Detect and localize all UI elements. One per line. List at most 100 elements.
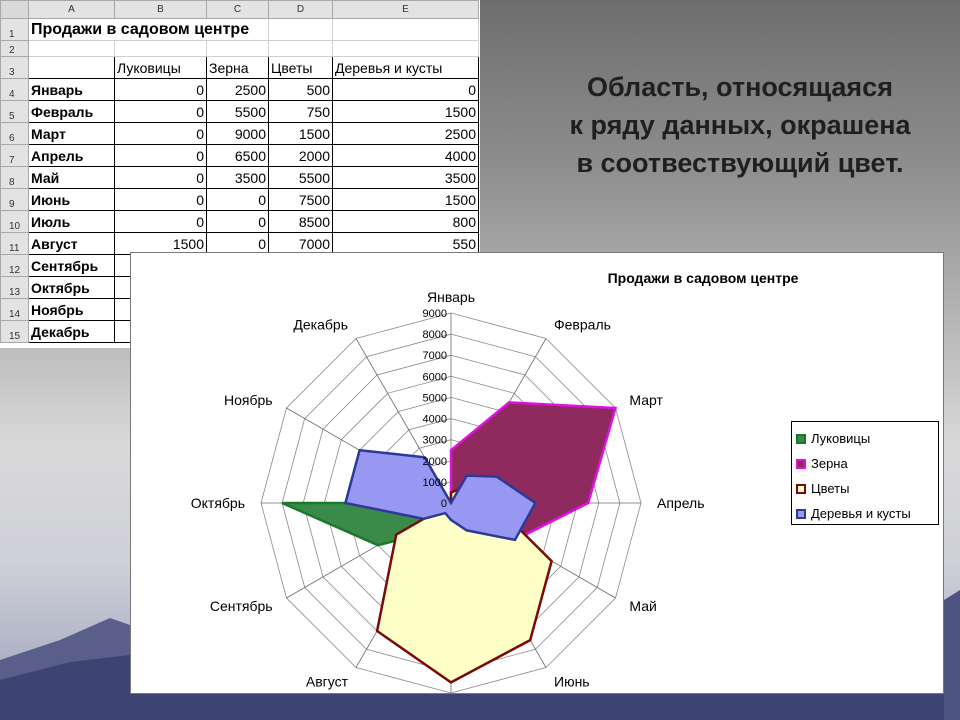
value-cell[interactable]: 800: [332, 210, 479, 233]
value-cell[interactable]: 0: [332, 78, 479, 101]
header-cell[interactable]: Зерна: [206, 56, 269, 79]
tick-label: 0: [441, 498, 447, 510]
tick-label: 7000: [423, 350, 447, 362]
row-number[interactable]: 11: [0, 232, 29, 255]
category-label: Декабрь: [293, 317, 348, 333]
month-cell[interactable]: Апрель: [28, 144, 115, 167]
value-cell[interactable]: 7500: [268, 188, 333, 211]
month-cell[interactable]: Март: [28, 122, 115, 145]
value-cell[interactable]: 5500: [268, 166, 333, 189]
category-label: Март: [629, 392, 663, 408]
value-cell[interactable]: 0: [114, 188, 207, 211]
category-label: Январь: [427, 289, 475, 305]
value-cell[interactable]: 2000: [268, 144, 333, 167]
tick-label: 4000: [423, 414, 447, 426]
cell[interactable]: [114, 40, 207, 57]
chart-legend: Луковицы Зерна Цветы Деревья и кусты: [791, 421, 939, 525]
header-cell[interactable]: Деревья и кусты: [332, 56, 479, 79]
legend-item: Зерна: [796, 451, 938, 476]
value-cell[interactable]: 0: [114, 78, 207, 101]
sheet-title-cell[interactable]: Продажи в садовом центре: [28, 18, 269, 41]
value-cell[interactable]: 1500: [332, 188, 479, 211]
category-label: Февраль: [554, 317, 611, 333]
column-header[interactable]: A: [28, 0, 115, 19]
row-number[interactable]: 2: [0, 40, 29, 57]
month-cell[interactable]: Февраль: [28, 100, 115, 123]
tick-label: 2000: [423, 456, 447, 468]
tick-label: 5000: [423, 392, 447, 404]
value-cell[interactable]: 6500: [206, 144, 269, 167]
row-number[interactable]: 1: [0, 18, 29, 41]
sheet-corner[interactable]: [0, 0, 29, 19]
row-number[interactable]: 12: [0, 254, 29, 277]
row-number[interactable]: 3: [0, 56, 29, 79]
value-cell[interactable]: 3500: [206, 166, 269, 189]
legend-item: Деревья и кусты: [796, 501, 938, 526]
value-cell[interactable]: 1500: [268, 122, 333, 145]
value-cell[interactable]: 0: [114, 100, 207, 123]
cell[interactable]: [332, 18, 479, 41]
value-cell[interactable]: 2500: [206, 78, 269, 101]
row-number[interactable]: 4: [0, 78, 29, 101]
column-header[interactable]: B: [114, 0, 207, 19]
value-cell[interactable]: 3500: [332, 166, 479, 189]
month-cell[interactable]: Сентябрь: [28, 254, 115, 277]
category-label: Сентябрь: [210, 598, 273, 614]
row-number[interactable]: 10: [0, 210, 29, 233]
cell[interactable]: [268, 18, 333, 41]
category-label: Июнь: [554, 673, 590, 689]
value-cell[interactable]: 4000: [332, 144, 479, 167]
value-cell[interactable]: 0: [114, 122, 207, 145]
row-number[interactable]: 15: [0, 320, 29, 343]
value-cell[interactable]: 0: [114, 144, 207, 167]
value-cell[interactable]: 0: [114, 210, 207, 233]
legend-label: Цветы: [811, 481, 850, 496]
month-cell[interactable]: Май: [28, 166, 115, 189]
category-label: Ноябрь: [224, 392, 273, 408]
row-number[interactable]: 7: [0, 144, 29, 167]
row-number[interactable]: 8: [0, 166, 29, 189]
cell[interactable]: [28, 40, 115, 57]
month-cell[interactable]: Декабрь: [28, 320, 115, 343]
cell[interactable]: [332, 40, 479, 57]
value-cell[interactable]: 9000: [206, 122, 269, 145]
header-cell[interactable]: Цветы: [268, 56, 333, 79]
month-cell[interactable]: Июль: [28, 210, 115, 233]
category-label: Апрель: [657, 495, 705, 511]
row-number[interactable]: 14: [0, 298, 29, 321]
category-label: Октябрь: [191, 495, 245, 511]
value-cell[interactable]: 5500: [206, 100, 269, 123]
value-cell[interactable]: 0: [114, 166, 207, 189]
caption-line: к ряду данных, окрашена: [569, 110, 911, 140]
month-cell[interactable]: Ноябрь: [28, 298, 115, 321]
legend-swatch: [796, 458, 806, 469]
header-cell[interactable]: Луковицы: [114, 56, 207, 79]
value-cell[interactable]: 2500: [332, 122, 479, 145]
cell[interactable]: [206, 40, 269, 57]
month-cell[interactable]: Август: [28, 232, 115, 255]
row-number[interactable]: 9: [0, 188, 29, 211]
radar-chart[interactable]: Продажи в садовом центре 0 1000 2000 3000 40…: [130, 252, 944, 694]
header-cell-empty[interactable]: [28, 56, 115, 79]
value-cell[interactable]: 750: [268, 100, 333, 123]
month-cell[interactable]: Июнь: [28, 188, 115, 211]
month-cell[interactable]: Январь: [28, 78, 115, 101]
row-number[interactable]: 6: [0, 122, 29, 145]
row-number[interactable]: 5: [0, 100, 29, 123]
value-cell[interactable]: 1500: [332, 100, 479, 123]
value-cell[interactable]: 500: [268, 78, 333, 101]
column-header[interactable]: D: [268, 0, 333, 19]
row-number[interactable]: 13: [0, 276, 29, 299]
tick-label: 9000: [423, 308, 447, 320]
value-cell[interactable]: 8500: [268, 210, 333, 233]
cell[interactable]: [268, 40, 333, 57]
column-header[interactable]: C: [206, 0, 269, 19]
category-label: Август: [306, 673, 349, 689]
value-cell[interactable]: 0: [206, 188, 269, 211]
legend-item: Луковицы: [796, 426, 938, 451]
column-header[interactable]: E: [332, 0, 479, 19]
legend-item: Цветы: [796, 476, 938, 501]
month-cell[interactable]: Октябрь: [28, 276, 115, 299]
legend-swatch: [796, 508, 806, 519]
value-cell[interactable]: 0: [206, 210, 269, 233]
